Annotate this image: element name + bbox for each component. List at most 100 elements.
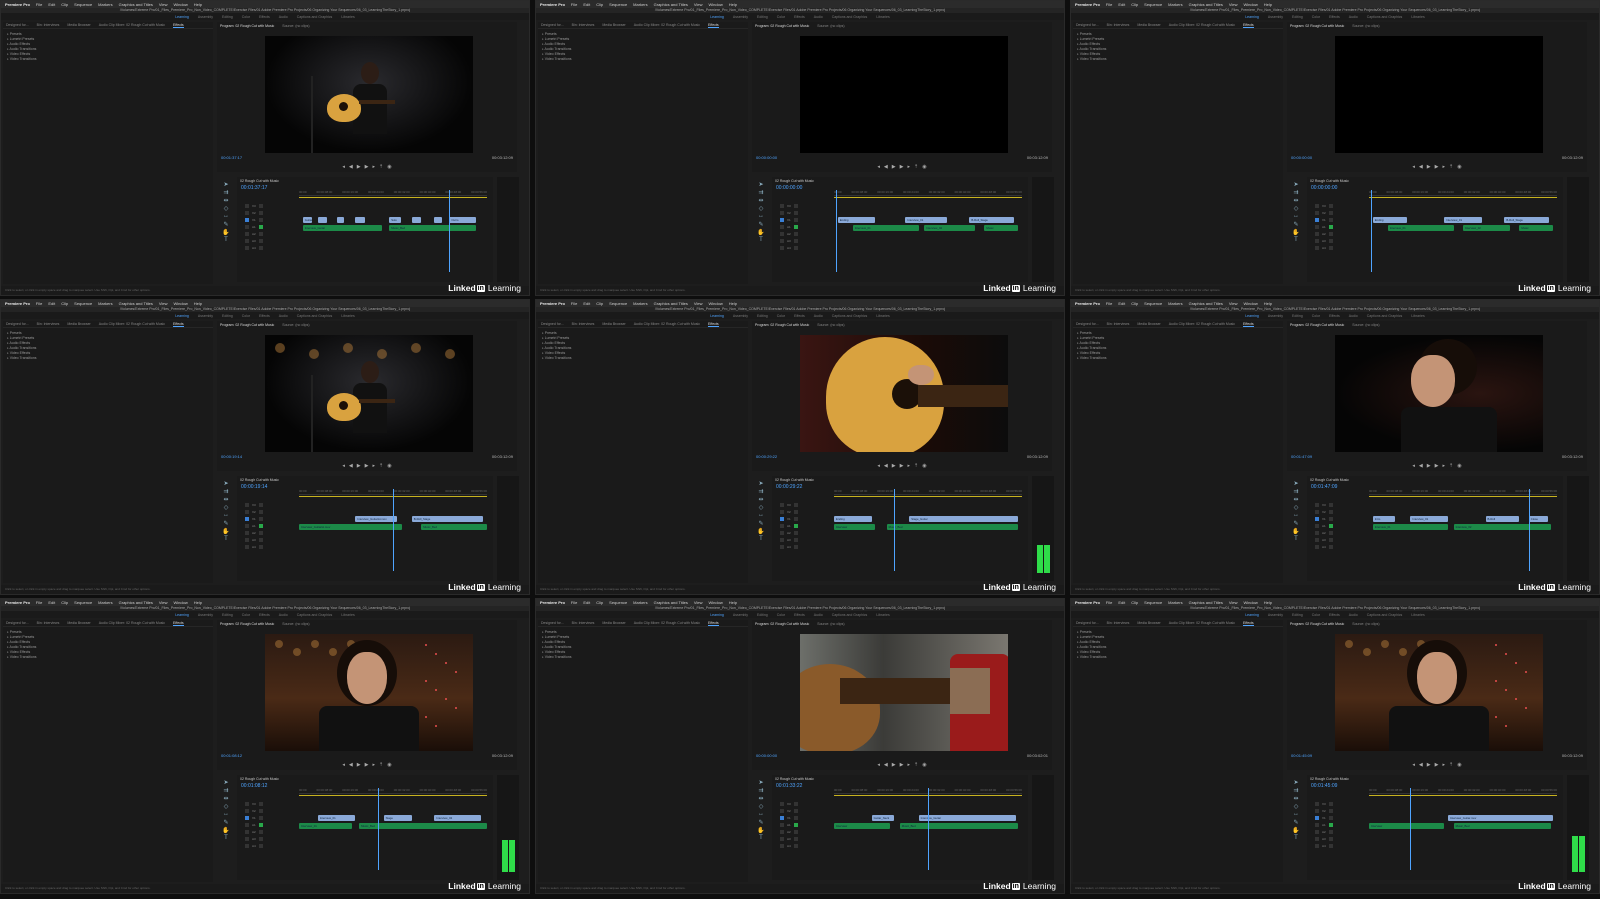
app-name[interactable]: Premiere Pro	[1075, 301, 1100, 306]
workspace-audio[interactable]: Audio	[279, 613, 288, 617]
workspace-captions-and-graphics[interactable]: Captions and Graphics	[297, 314, 333, 318]
track-header-a3[interactable]: A3	[780, 836, 832, 842]
workspace-color[interactable]: Color	[1312, 314, 1320, 318]
left-panel-tab[interactable]: Designed for...	[1076, 621, 1099, 625]
toggle-output-icon[interactable]	[1328, 211, 1333, 215]
source-patch-icon[interactable]	[1315, 510, 1319, 514]
track-header-v2[interactable]: V2	[245, 509, 297, 515]
play-icon[interactable]: ▶	[357, 463, 361, 469]
monitor-tab[interactable]: Source: (no clips)	[817, 323, 844, 327]
source-patch-icon[interactable]	[780, 246, 784, 250]
effects-folder[interactable]: Video Transitions	[1077, 655, 1279, 660]
left-panel-tab[interactable]: Media Browser	[1137, 23, 1160, 27]
toggle-output-icon[interactable]	[1328, 545, 1333, 549]
monitor-tab[interactable]: Program: 02 Rough Cut with Music	[1290, 24, 1344, 28]
menu-window[interactable]: Window	[1243, 2, 1257, 7]
menu-window[interactable]: Window	[173, 2, 187, 7]
menu-clip[interactable]: Clip	[596, 600, 603, 605]
workspace-effects[interactable]: Effects	[794, 613, 805, 617]
audio-clip[interactable]: Music_Bed	[1453, 823, 1552, 829]
step-forward-icon[interactable]: ▶	[1435, 164, 1439, 170]
toggle-output-icon[interactable]	[1328, 246, 1333, 250]
monitor-tab[interactable]: Program: 02 Rough Cut with Music	[220, 323, 274, 327]
effects-folder[interactable]: Video Transitions	[7, 655, 209, 660]
menu-help[interactable]: Help	[1264, 600, 1272, 605]
program-timecode[interactable]: 00:01:08:12	[221, 753, 242, 758]
step-back-icon[interactable]: ◀	[884, 762, 888, 768]
step-back-icon[interactable]: ◀	[1419, 762, 1423, 768]
source-patch-icon[interactable]	[780, 545, 784, 549]
step-back-icon[interactable]: ◀	[349, 762, 353, 768]
lift-icon[interactable]: ⇡	[379, 164, 383, 170]
left-panel-tab[interactable]: Designed for...	[541, 23, 564, 27]
timeline-timecode[interactable]: 00:01:47:09	[1311, 484, 1337, 490]
play-icon[interactable]: ▶	[892, 463, 896, 469]
menu-view[interactable]: View	[694, 600, 703, 605]
play-icon[interactable]: ▶	[1427, 463, 1431, 469]
menu-file[interactable]: File	[36, 301, 42, 306]
lift-icon[interactable]: ⇡	[914, 463, 918, 469]
left-panel-tab[interactable]: Media Browser	[67, 322, 90, 326]
app-name[interactable]: Premiere Pro	[540, 301, 565, 306]
ripple-edit-icon[interactable]: ⇹	[754, 795, 768, 803]
toggle-output-icon[interactable]	[1328, 218, 1333, 222]
left-panel-tab[interactable]: Bin: Interviews	[37, 322, 60, 326]
selection-tool-icon[interactable]: ➤	[219, 779, 233, 787]
left-panel-tab[interactable]: Audio Clip Mixer: 02 Rough Cut with Musi…	[1169, 322, 1235, 326]
lift-icon[interactable]: ⇡	[379, 762, 383, 768]
menu-help[interactable]: Help	[194, 600, 202, 605]
workspace-editing[interactable]: Editing	[1292, 613, 1303, 617]
track-header-a3[interactable]: A3	[780, 238, 832, 244]
toggle-output-icon[interactable]	[258, 517, 263, 521]
hand-icon[interactable]: ✋	[219, 528, 233, 536]
mark-out-icon[interactable]: ▸	[908, 164, 911, 170]
program-timecode[interactable]: 00:01:47:09	[1291, 454, 1312, 459]
source-patch-icon[interactable]	[245, 531, 249, 535]
source-patch-icon[interactable]	[780, 837, 784, 841]
source-patch-icon[interactable]	[1315, 837, 1319, 841]
menu-window[interactable]: Window	[708, 301, 722, 306]
video-clip[interactable]: B-Roll_Stage	[969, 217, 1015, 223]
menu-edit[interactable]: Edit	[48, 301, 55, 306]
source-patch-icon[interactable]	[245, 802, 249, 806]
workspace-captions-and-graphics[interactable]: Captions and Graphics	[832, 314, 868, 318]
video-clip[interactable]: Ending	[1372, 217, 1407, 223]
program-timecode[interactable]: 00:01:37:17	[221, 155, 242, 160]
source-patch-icon[interactable]	[780, 517, 784, 521]
track-header-a4[interactable]: A4	[780, 245, 832, 251]
type-icon[interactable]: T	[1289, 835, 1303, 843]
sequence-tab[interactable]: 02 Rough Cut with Music	[240, 478, 279, 482]
track-header-a2[interactable]: A2	[245, 231, 297, 237]
left-panel-tab[interactable]: Bin: Interviews	[1107, 621, 1130, 625]
left-panel-tab[interactable]: Bin: Interviews	[37, 23, 60, 27]
left-panel-tab[interactable]: Media Browser	[67, 23, 90, 27]
left-panel-tab[interactable]: Bin: Interviews	[37, 621, 60, 625]
source-patch-icon[interactable]	[1315, 239, 1319, 243]
workspace-audio[interactable]: Audio	[814, 15, 823, 19]
track-header-v1[interactable]: V1	[1315, 516, 1367, 522]
app-name[interactable]: Premiere Pro	[5, 600, 30, 605]
timeline-timecode[interactable]: 00:01:45:09	[1311, 783, 1337, 789]
sequence-tab[interactable]: 02 Rough Cut with Music	[1310, 179, 1349, 183]
track-header-a2[interactable]: A2	[780, 231, 832, 237]
selection-tool-icon[interactable]: ➤	[219, 480, 233, 488]
menu-sequence[interactable]: Sequence	[609, 301, 627, 306]
hand-icon[interactable]: ✋	[1289, 827, 1303, 835]
timeline-timecode[interactable]: 00:01:33:22	[776, 783, 802, 789]
mark-out-icon[interactable]: ▸	[1443, 463, 1446, 469]
lift-icon[interactable]: ⇡	[1449, 164, 1453, 170]
left-panel-tab[interactable]: Effects	[173, 322, 184, 327]
source-patch-icon[interactable]	[780, 218, 784, 222]
toggle-output-icon[interactable]	[258, 809, 263, 813]
left-panel-tab[interactable]: Audio Clip Mixer: 02 Rough Cut with Musi…	[99, 322, 165, 326]
menu-file[interactable]: File	[1106, 301, 1112, 306]
track-header-v1[interactable]: V1	[780, 815, 832, 821]
workspace-libraries[interactable]: Libraries	[876, 613, 889, 617]
toggle-output-icon[interactable]	[258, 218, 263, 222]
slip-icon[interactable]: ↔	[219, 811, 233, 819]
left-panel-tab[interactable]: Media Browser	[602, 322, 625, 326]
video-clip[interactable]: Interview_Guitar.mov	[1447, 815, 1554, 821]
playhead[interactable]	[1370, 190, 1372, 272]
menu-help[interactable]: Help	[1264, 2, 1272, 7]
left-panel-tab[interactable]: Effects	[173, 621, 184, 626]
